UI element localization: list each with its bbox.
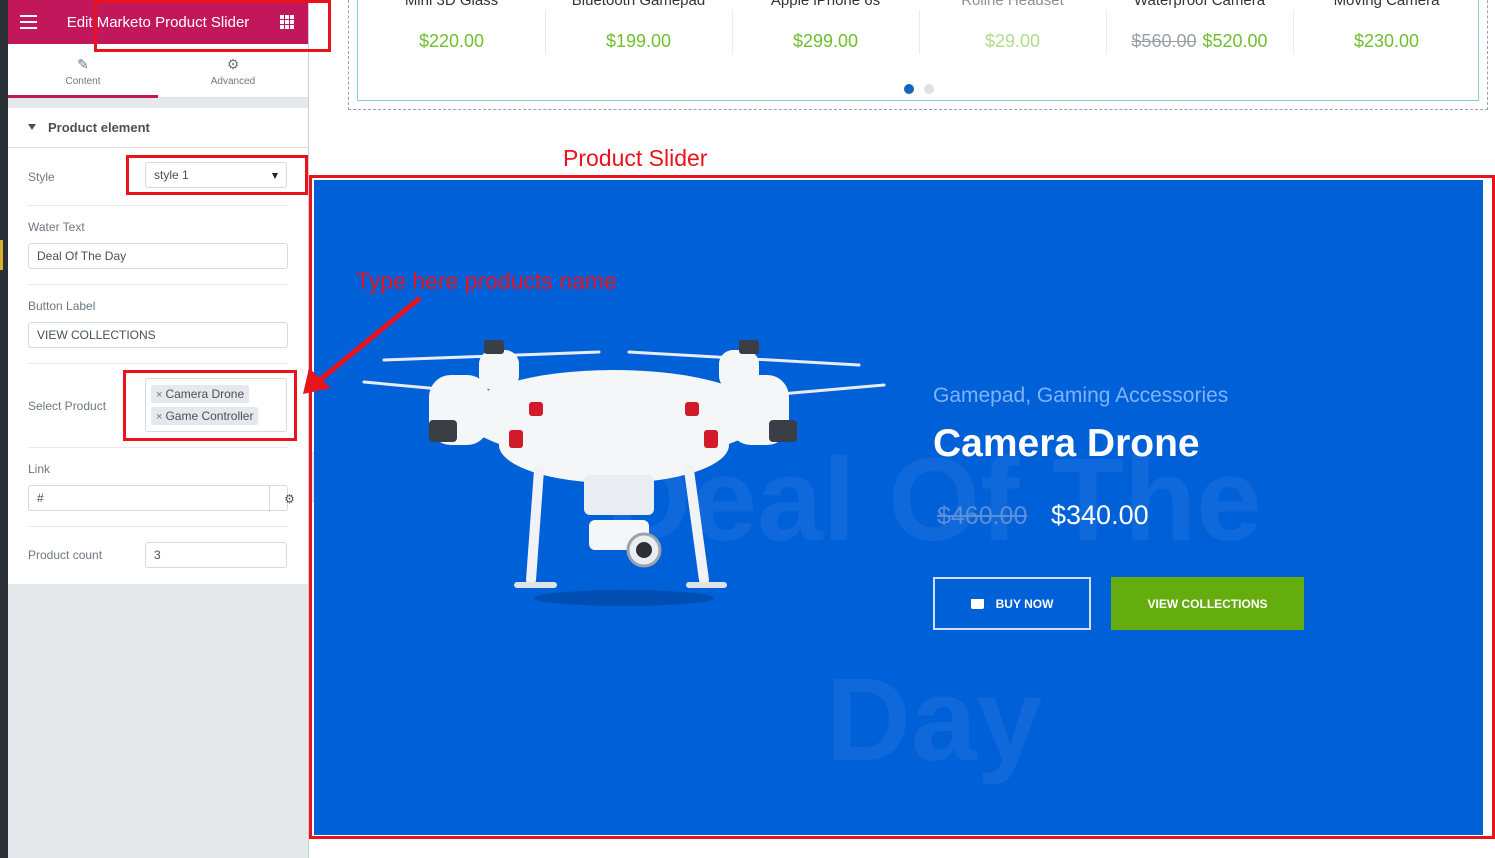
link-input[interactable]: # ⚙	[28, 485, 295, 512]
tab-advanced-label: Advanced	[210, 76, 256, 87]
divider	[28, 205, 288, 206]
product-title[interactable]: Camera Drone	[933, 422, 1200, 466]
buy-now-button[interactable]: BUY NOW	[933, 577, 1091, 630]
caret-down-icon	[28, 124, 36, 130]
product-price: $199.00	[605, 31, 672, 51]
product-category[interactable]: Gamepad, Gaming Accessories	[933, 384, 1228, 408]
strip-accent	[0, 240, 3, 270]
style-highlight-box	[126, 155, 308, 195]
carousel-dot-active[interactable]	[904, 84, 914, 94]
tab-content[interactable]: ✎ Content	[8, 44, 158, 98]
product-price: $29.00	[984, 31, 1041, 51]
tab-content-label: Content	[65, 76, 101, 87]
product-name: Apple iPhone 6s	[770, 0, 881, 9]
select-product-label: Select Product	[28, 399, 107, 413]
view-collections-button[interactable]: VIEW COLLECTIONS	[1111, 577, 1304, 630]
buy-now-label: BUY NOW	[995, 596, 1054, 611]
product-name: Moving Camera	[1333, 0, 1440, 9]
tab-advanced[interactable]: ⚙ Advanced	[158, 44, 308, 98]
product-price-group: $560.00 $520.00	[1106, 31, 1293, 52]
product-card[interactable]: Apple iPhone 6s $299.00	[732, 0, 919, 56]
product-card[interactable]: Waterproof Camera $560.00 $520.00	[1106, 0, 1293, 56]
controls-area: Style style 1 Water Text Deal Of The Day…	[8, 148, 308, 584]
carousel-dot[interactable]	[924, 84, 934, 94]
panel-tabs: ✎ Content ⚙ Advanced	[8, 44, 308, 98]
water-text-value: Deal Of The Day	[37, 249, 127, 263]
product-price: $230.00	[1353, 31, 1420, 51]
product-price: $520.00	[1202, 31, 1268, 51]
editor-left-strip	[0, 0, 8, 858]
divider	[28, 284, 288, 285]
product-count-input[interactable]: 3	[145, 542, 287, 568]
product-count-value: 3	[154, 548, 161, 562]
product-carousel: Mini 3D Glass $220.00 Bluetooth Gamepad …	[357, 0, 1479, 101]
product-count-label: Product count	[28, 548, 103, 562]
basket-icon	[970, 598, 984, 609]
camera-drone-image	[362, 340, 886, 606]
gear-icon: ⚙	[226, 56, 240, 72]
divider	[28, 526, 288, 527]
section-product-element[interactable]: Product element	[8, 108, 308, 148]
pencil-icon: ✎	[77, 56, 89, 72]
button-label-label: Button Label	[28, 299, 96, 313]
view-collections-label: VIEW COLLECTIONS	[1147, 596, 1268, 611]
select-product-highlight-box	[123, 370, 297, 441]
product-card[interactable]: Roline Headset $29.00	[919, 0, 1106, 56]
link-value: #	[37, 491, 44, 505]
product-name: Waterproof Camera	[1133, 0, 1266, 9]
product-card[interactable]: Bluetooth Gamepad $199.00	[545, 0, 732, 56]
link-options-gear-icon[interactable]: ⚙	[269, 486, 309, 512]
product-old-price: $460.00	[937, 502, 1028, 530]
product-name: Roline Headset	[961, 0, 1064, 9]
section-title: Product element	[48, 120, 150, 135]
product-card[interactable]: Mini 3D Glass $220.00	[358, 0, 545, 56]
product-slider-annotation: Product Slider	[563, 145, 708, 171]
product-old-price: $560.00	[1131, 31, 1197, 51]
product-price: $299.00	[792, 31, 859, 51]
product-price: $340.00	[1051, 500, 1149, 530]
divider	[28, 447, 288, 448]
water-text-label: Water Text	[28, 220, 85, 234]
product-name: Bluetooth Gamepad	[571, 0, 706, 9]
link-label: Link	[28, 462, 51, 476]
style-label: Style	[28, 170, 55, 184]
annotation-arrow-icon	[303, 296, 422, 394]
divider	[28, 363, 288, 364]
water-text-input[interactable]: Deal Of The Day	[28, 243, 288, 269]
product-name: Mini 3D Glass	[404, 0, 499, 9]
title-highlight-box	[94, 0, 331, 52]
product-price: $220.00	[418, 31, 485, 51]
button-label-input[interactable]: VIEW COLLECTIONS	[28, 322, 288, 348]
product-card[interactable]: Moving Camera $230.00	[1293, 0, 1480, 56]
button-label-value: VIEW COLLECTIONS	[37, 328, 156, 342]
